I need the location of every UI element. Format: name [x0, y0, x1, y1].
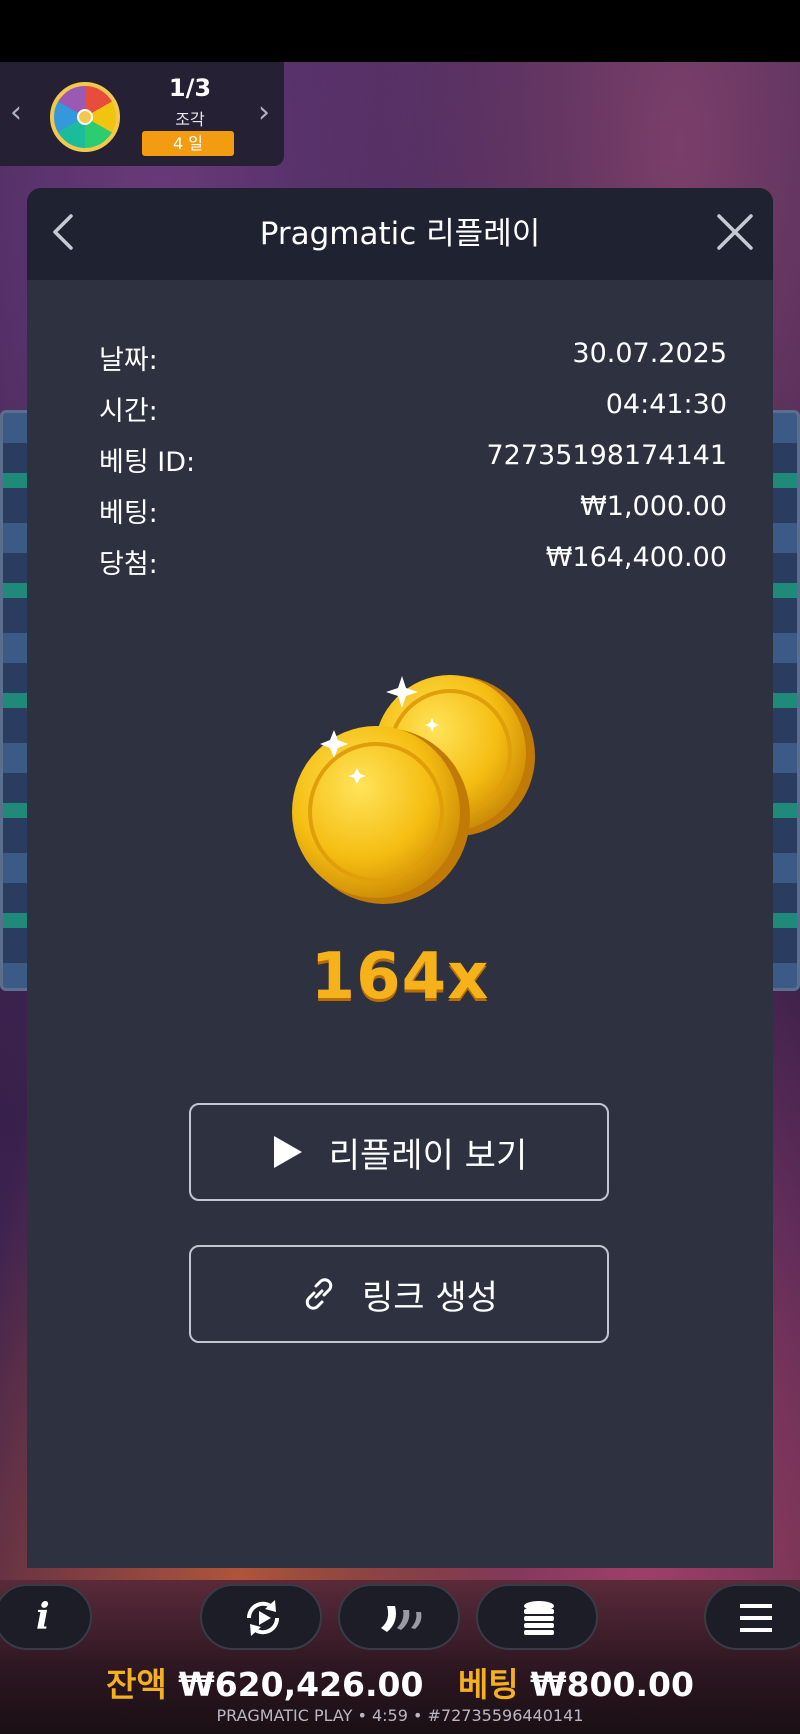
widget-count: 1/3 — [168, 74, 212, 102]
gold-coins-icon — [292, 675, 535, 904]
balance-bet-line: 잔액 ₩620,426.00 베팅 ₩800.00 — [0, 1658, 800, 1706]
win-multiplier: 164x — [310, 940, 490, 1014]
chevron-right-icon[interactable]: › — [258, 98, 270, 128]
turbo-spin-button[interactable] — [338, 1584, 460, 1650]
watch-replay-button[interactable]: 리플레이 보기 — [189, 1103, 609, 1201]
footer-bet-value: ₩800.00 — [530, 1665, 694, 1704]
balance-label: 잔액 — [106, 1665, 167, 1704]
info-row-time: 시간: 04:41:30 — [99, 389, 727, 440]
menu-button[interactable] — [704, 1584, 800, 1650]
bet-settings-button[interactable] — [476, 1584, 598, 1650]
create-link-button[interactable]: 링크 생성 — [189, 1245, 609, 1343]
bet-id-value: 72735198174141 — [486, 440, 728, 471]
win-value: ₩164,400.00 — [545, 542, 727, 573]
date-value: 30.07.2025 — [572, 338, 727, 369]
info-row-bet: 베팅: ₩1,000.00 — [99, 491, 727, 542]
widget-days-badge: 4 일 — [142, 131, 234, 156]
link-icon — [305, 1278, 333, 1310]
autoplay-icon — [246, 1600, 280, 1636]
autoplay-button[interactable] — [200, 1584, 322, 1650]
bet-label: 베팅: — [99, 498, 158, 529]
date-label: 날짜: — [99, 345, 158, 376]
info-button[interactable]: i — [0, 1584, 92, 1650]
footer-info-line: PRAGMATIC PLAY • 4:59 • #72735596440141 — [216, 1706, 584, 1725]
bet-id-label: 베팅 ID: — [99, 447, 196, 478]
replay-modal: Pragmatic 리플레이 날짜: 30.07.2025 시간: 04:41:… — [27, 188, 773, 1568]
widget-sub-label: 조각 — [175, 110, 205, 129]
turbo-icon — [381, 1606, 422, 1632]
watch-replay-label: 리플레이 보기 — [328, 1135, 528, 1176]
play-icon — [273, 1136, 302, 1168]
bet-value: ₩1,000.00 — [580, 491, 727, 522]
prize-wheel-icon — [50, 82, 120, 152]
info-row-bet-id: 베팅 ID: 72735198174141 — [99, 440, 727, 491]
info-icon: i — [36, 1596, 50, 1638]
chevron-left-icon[interactable]: ‹ — [10, 98, 22, 128]
close-icon[interactable] — [713, 210, 757, 254]
info-row-date: 날짜: 30.07.2025 — [99, 338, 727, 389]
modal-header: Pragmatic 리플레이 — [27, 188, 773, 280]
coin-stack-icon — [524, 1601, 554, 1635]
info-row-win: 당첨: ₩164,400.00 — [99, 542, 727, 593]
bet-info-list: 날짜: 30.07.2025 시간: 04:41:30 베팅 ID: 72735… — [99, 338, 727, 593]
win-label: 당첨: — [99, 549, 158, 580]
modal-title: Pragmatic 리플레이 — [259, 216, 541, 252]
create-link-label: 링크 생성 — [362, 1277, 498, 1318]
hamburger-menu-icon — [740, 1604, 772, 1632]
time-value: 04:41:30 — [605, 389, 727, 420]
footer-bet-label: 베팅 — [457, 1665, 519, 1704]
time-label: 시간: — [99, 396, 158, 427]
balance-value: ₩620,426.00 — [178, 1665, 424, 1704]
